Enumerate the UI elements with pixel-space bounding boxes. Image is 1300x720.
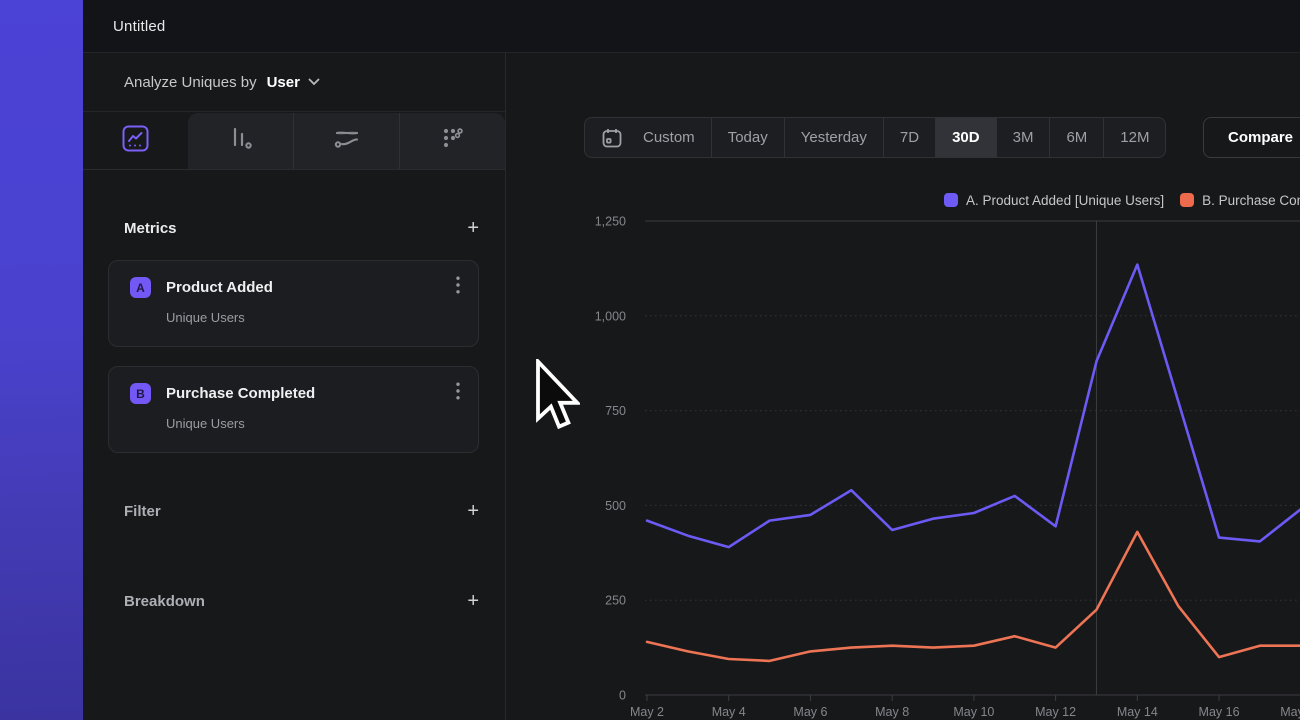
- x-axis-tick-label: May 8: [875, 705, 909, 719]
- metric-card-a[interactable]: A Product Added Unique Users: [108, 260, 479, 347]
- tab-bar-chart[interactable]: [188, 113, 293, 170]
- y-axis-tick-label: 500: [605, 499, 626, 513]
- funnel-dots-icon: [440, 126, 466, 157]
- range-yesterday[interactable]: Yesterday: [784, 118, 883, 157]
- y-axis-tick-label: 1,000: [595, 309, 626, 323]
- metrics-label: Metrics: [124, 220, 177, 237]
- range-label: 12M: [1120, 129, 1149, 146]
- x-axis-tick-label: May 12: [1035, 705, 1076, 719]
- range-30d[interactable]: 30D: [935, 118, 996, 157]
- range-label: Custom: [643, 129, 695, 146]
- analyze-by-label: Analyze Uniques by: [124, 74, 257, 91]
- x-axis-tick-label: May 10: [953, 705, 994, 719]
- query-sidebar: Analyze Uniques by User Metrics + A Produ…: [83, 53, 506, 720]
- compare-button[interactable]: Compare: [1203, 117, 1300, 158]
- add-metric-button[interactable]: +: [467, 218, 479, 238]
- range-6m[interactable]: 6M: [1049, 118, 1103, 157]
- x-axis-tick-label: May 4: [712, 705, 746, 719]
- tab-flow[interactable]: [293, 113, 399, 170]
- desktop-gradient-strip: [0, 0, 83, 720]
- tab-funnel-dots[interactable]: [399, 113, 505, 170]
- series-line-a: [647, 265, 1300, 547]
- range-label: 30D: [952, 129, 980, 146]
- analyze-by-selector[interactable]: User: [267, 74, 300, 91]
- chart-type-tabs: [83, 112, 505, 170]
- bar-chart-icon: [229, 126, 253, 157]
- top-bar: Untitled: [83, 0, 1300, 53]
- calendar-icon: [601, 127, 633, 149]
- breakdown-section-header: Breakdown +: [124, 586, 479, 616]
- mouse-cursor: [534, 359, 580, 435]
- range-today[interactable]: Today: [711, 118, 784, 157]
- y-axis-tick-label: 750: [605, 404, 626, 418]
- range-label: 6M: [1066, 129, 1087, 146]
- x-axis-tick-label: May 6: [793, 705, 827, 719]
- range-12m[interactable]: 12M: [1103, 118, 1165, 157]
- chevron-down-icon: [308, 78, 320, 86]
- filter-section-header: Filter +: [124, 496, 479, 526]
- add-filter-button[interactable]: +: [467, 501, 479, 521]
- range-3m[interactable]: 3M: [996, 118, 1050, 157]
- metric-subtitle: Unique Users: [166, 310, 460, 325]
- metric-badge: A: [130, 277, 151, 298]
- y-axis-tick-label: 250: [605, 594, 626, 608]
- breakdown-label: Breakdown: [124, 593, 205, 610]
- x-axis-tick-label: May 16: [1199, 705, 1240, 719]
- range-label: Today: [728, 129, 768, 146]
- x-axis-tick-label: May 14: [1117, 705, 1158, 719]
- kebab-menu-icon[interactable]: [456, 382, 460, 405]
- report-title[interactable]: Untitled: [113, 18, 165, 35]
- range-label: 3M: [1013, 129, 1034, 146]
- analyze-by-row: Analyze Uniques by User: [83, 53, 505, 112]
- metric-badge: B: [130, 383, 151, 404]
- range-label: 7D: [900, 129, 919, 146]
- metric-subtitle: Unique Users: [166, 416, 460, 431]
- series-line-b: [647, 532, 1300, 661]
- metrics-section-header: Metrics +: [124, 213, 479, 243]
- metric-title: Product Added: [166, 279, 456, 296]
- metric-card-b[interactable]: B Purchase Completed Unique Users: [108, 366, 479, 453]
- tab-line-chart[interactable]: [83, 112, 188, 170]
- app-screen: Untitled Analyze Uniques by User Metrics…: [0, 0, 1300, 720]
- metric-title: Purchase Completed: [166, 385, 456, 402]
- kebab-menu-icon[interactable]: [456, 276, 460, 299]
- line-chart-canvas[interactable]: 0 250 500 750 1,000 1,250 May 2 May 4 May 6 May 8…: [506, 181, 1300, 720]
- line-chart-icon: [122, 125, 149, 157]
- x-axis-tick-label: May 2: [630, 705, 664, 719]
- filter-label: Filter: [124, 503, 161, 520]
- add-breakdown-button[interactable]: +: [467, 591, 479, 611]
- range-custom[interactable]: Custom: [585, 118, 711, 157]
- flow-icon: [333, 127, 361, 156]
- range-label: Yesterday: [801, 129, 867, 146]
- range-7d[interactable]: 7D: [883, 118, 935, 157]
- y-axis-tick-label: 0: [619, 689, 626, 703]
- x-axis-tick-label: May 18: [1280, 705, 1300, 719]
- chart-panel: Custom Today Yesterday 7D 30D 3M 6M 12M Compare…: [506, 53, 1300, 720]
- chart-type-tab-strip: [188, 113, 505, 170]
- date-range-control: Custom Today Yesterday 7D 30D 3M 6M 12M: [584, 117, 1166, 158]
- y-axis-tick-label: 1,250: [595, 215, 626, 229]
